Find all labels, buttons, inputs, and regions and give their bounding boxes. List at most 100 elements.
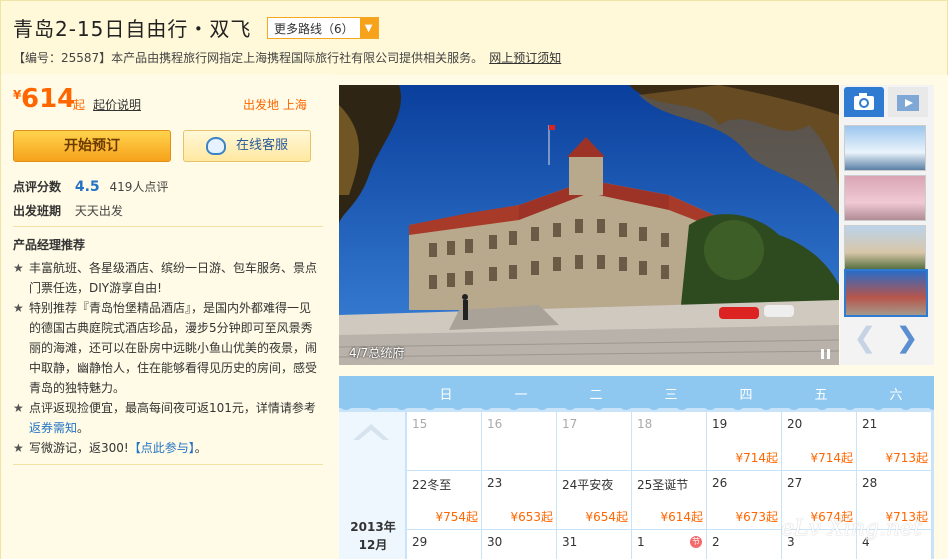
calendar-day[interactable]: 22冬至 ¥754起 (407, 471, 481, 529)
divider (13, 464, 323, 465)
rating-value: 4.5 (74, 179, 100, 195)
thumbnail-strip: ❮ ❯ (840, 85, 934, 365)
day-number: 24平安夜 (562, 478, 614, 492)
rating-count: 419人点评 (109, 180, 169, 194)
more-routes-dropdown[interactable]: 更多路线（6） ▼ (267, 17, 379, 39)
day-number: 1 (637, 535, 645, 549)
prev-arrow-icon[interactable]: ❮ (846, 323, 884, 353)
price-value: 614 (21, 84, 76, 114)
calendar-year-text: 2013年 (350, 520, 396, 534)
calendar-day: 30 (482, 530, 556, 559)
thumbnail-active[interactable] (844, 269, 928, 317)
coupon-notice-link[interactable]: 返券需知 (29, 421, 77, 435)
calendar-day[interactable]: 21 ¥713起 (857, 412, 931, 470)
departure-calendar: 日 一 二 三 四 五 六 2013年 12月 15 16 17 18 19 ¥7… (339, 376, 934, 559)
day-price: ¥754起 (435, 510, 478, 524)
day-number: 30 (487, 535, 503, 549)
calendar-day: 1节 (632, 530, 706, 559)
weekday-label: 二 (589, 388, 603, 403)
star-icon: ★ (13, 301, 24, 315)
day-price: ¥714起 (735, 451, 778, 465)
video-tab[interactable] (888, 87, 928, 117)
recommend-text-a: 写微游记，返300! (29, 441, 129, 455)
camera-icon (854, 93, 874, 110)
calendar-day[interactable]: 26 ¥673起 (707, 471, 781, 529)
day-number: 27 (787, 476, 803, 490)
calendar-day[interactable]: 25圣诞节 ¥614起 (632, 471, 706, 529)
schedule-label: 出发班期 (13, 204, 62, 218)
star-icon: ★ (13, 441, 24, 455)
rating-row: 点评分数 4.5 419人点评 (13, 178, 168, 195)
product-info-panel: ¥ 614 起 起价说明 出发地 上海 开始预订 在线客服 点评分数 4.5 4… (0, 74, 331, 559)
price-row: ¥ 614 起 起价说明 出发地 上海 (13, 84, 323, 114)
pause-icon[interactable] (821, 349, 831, 359)
calendar-day: 31 (557, 530, 631, 559)
calendar-day: 16 (482, 412, 556, 470)
photo-tab[interactable] (844, 87, 884, 117)
weekday-label: 一 (514, 388, 528, 403)
price-suffix: 起 (73, 98, 86, 112)
chevron-down-icon: ▼ (359, 18, 378, 38)
day-number: 28 (862, 476, 878, 490)
day-number: 18 (637, 417, 653, 431)
online-service-button[interactable]: 在线客服 (183, 130, 311, 162)
rating-label: 点评分数 (13, 180, 62, 194)
day-number: 25圣诞节 (637, 478, 689, 492)
building-photo (339, 85, 839, 365)
watermark: eLv Xing.net (780, 516, 922, 541)
online-service-label: 在线客服 (236, 138, 289, 153)
recommend-text: 丰富航班、各星级酒店、缤纷一日游、包车服务、景点门票任选，DIY游享自由! (29, 261, 318, 295)
divider (13, 226, 323, 227)
day-price: ¥673起 (735, 510, 778, 524)
price-note-link[interactable]: 起价说明 (93, 96, 141, 113)
departure-city: 上海 (282, 98, 307, 112)
calendar-day[interactable]: 23 ¥653起 (482, 471, 556, 529)
thumbnail[interactable] (844, 175, 926, 221)
calendar-day[interactable]: 24平安夜 ¥654起 (557, 471, 631, 529)
day-number: 19 (712, 417, 728, 431)
day-number: 2 (712, 535, 720, 549)
day-number: 20 (787, 417, 803, 431)
star-icon: ★ (13, 401, 24, 415)
product-description: 【编号：25587】本产品由携程旅行网指定上海携程国际旅行社有限公司提供相关服务… (13, 51, 484, 65)
main-photo[interactable]: 4/7总统府 (339, 85, 839, 365)
day-number: 26 (712, 476, 728, 490)
day-price: ¥713起 (885, 451, 928, 465)
product-header: 青岛2-15日自由行・双飞 更多路线（6） ▼ 【编号：25587】本产品由携程… (0, 0, 948, 75)
day-price: ¥714起 (810, 451, 853, 465)
weekday-label: 四 (739, 388, 753, 403)
thumbnail[interactable] (844, 125, 926, 171)
holiday-icon: 节 (690, 536, 702, 548)
calendar-day[interactable]: 19 ¥714起 (707, 412, 781, 470)
next-arrow-icon[interactable]: ❯ (888, 323, 926, 353)
recommend-text-b: 。 (194, 441, 207, 455)
film-icon (897, 95, 919, 111)
star-icon: ★ (13, 261, 24, 275)
start-booking-button[interactable]: 开始预订 (13, 130, 171, 162)
booking-notice-link[interactable]: 网上预订须知 (489, 51, 561, 65)
calendar-day[interactable]: 20 ¥714起 (782, 412, 856, 470)
day-number: 23 (487, 476, 503, 490)
day-number: 16 (487, 417, 503, 431)
product-subtitle: 【编号：25587】本产品由携程旅行网指定上海携程国际旅行社有限公司提供相关服务… (13, 49, 561, 66)
join-link[interactable]: 【点此参与】 (129, 441, 195, 455)
thumbnail[interactable] (844, 225, 926, 271)
schedule-row: 出发班期 天天出发 (13, 202, 123, 219)
day-price: ¥653起 (510, 510, 553, 524)
day-number: 29 (412, 535, 428, 549)
photo-caption: 4/7总统府 (349, 346, 405, 360)
manager-recommend-title: 产品经理推荐 (13, 238, 86, 252)
day-price: ¥614起 (660, 510, 703, 524)
calendar-day: 18 (632, 412, 706, 470)
day-number: 22冬至 (412, 478, 452, 492)
recommend-text-a: 点评返现捡便宜，最高每间夜可返101元，详情请参考 (29, 401, 316, 415)
recommend-text: 写微游记，返300!【点此参与】。 (29, 438, 321, 458)
calendar-month-text: 12月 (358, 538, 388, 552)
chevron-up-icon[interactable] (353, 420, 389, 442)
schedule-value: 天天出发 (74, 204, 123, 218)
day-number: 31 (562, 535, 578, 549)
calendar-day: 15 (407, 412, 481, 470)
recommend-text: 特别推荐『青岛怡堡精品酒店』，是国内外都难得一见的德国古典庭院式酒店珍品，漫步5… (29, 301, 318, 395)
chat-icon (206, 137, 226, 155)
departure-info: 出发地 上海 (243, 96, 307, 113)
